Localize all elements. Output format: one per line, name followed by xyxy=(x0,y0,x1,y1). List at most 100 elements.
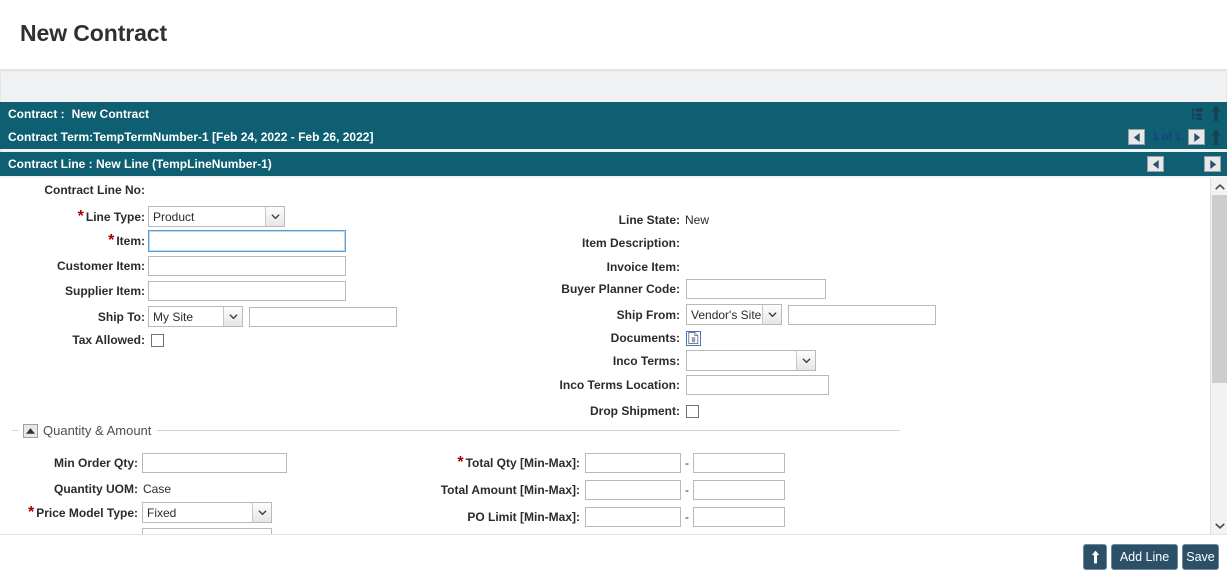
ship-from-select[interactable]: Vendor's Site xyxy=(686,304,782,325)
scroll-up-icon xyxy=(1215,183,1225,191)
total-qty-separator: - xyxy=(681,456,693,470)
chevron-down-icon xyxy=(762,305,781,324)
field-total-qty: *Total Qty [Min-Max]: - xyxy=(420,453,785,473)
line-state-label: Line State: xyxy=(619,213,680,227)
line-state-value: New xyxy=(685,213,709,227)
po-limit-separator: - xyxy=(681,510,693,524)
total-amount-max-input[interactable] xyxy=(693,480,785,500)
field-ship-to: Ship To: My Site xyxy=(0,306,397,327)
tax-allowed-checkbox[interactable] xyxy=(151,334,164,347)
scroll-down-button[interactable] xyxy=(1211,517,1227,534)
supplier-item-input[interactable] xyxy=(148,281,346,301)
arrow-up-icon xyxy=(1091,550,1100,564)
item-input[interactable] xyxy=(148,230,346,252)
total-qty-max-input[interactable] xyxy=(693,453,785,473)
drop-shipment-label: Drop Shipment: xyxy=(590,404,680,418)
action-bar: Add Line Save xyxy=(0,534,1227,579)
arrow-up-icon-term[interactable] xyxy=(1209,129,1223,145)
field-po-limit: PO Limit [Min-Max]: - xyxy=(420,507,785,527)
required-marker: * xyxy=(457,454,463,471)
breadcrumb-contract-line[interactable]: Contract Line : New Line (TempLineNumber… xyxy=(0,152,1227,176)
add-line-button[interactable]: Add Line xyxy=(1111,544,1178,570)
breadcrumb-bars: Contract : New Contract xyxy=(0,102,1227,176)
term-prev-button[interactable] xyxy=(1128,129,1145,145)
price-model-type-select[interactable]: Fixed xyxy=(142,502,272,523)
required-marker: * xyxy=(108,232,114,249)
line-prev-button[interactable] xyxy=(1147,156,1164,172)
chevron-down-icon xyxy=(265,207,284,226)
save-button[interactable]: Save xyxy=(1182,544,1219,570)
required-marker: * xyxy=(28,504,34,521)
line-type-select[interactable]: Product xyxy=(148,206,285,227)
term-page-count: 1 of 1 xyxy=(1149,131,1184,143)
contract-value: New Contract xyxy=(72,107,149,121)
quantity-uom-value: Case xyxy=(143,482,171,496)
contract-line-form: Contract Line No: *Line Type: Product *I… xyxy=(0,178,1227,534)
min-order-qty-input[interactable] xyxy=(142,453,287,473)
item-label: Item: xyxy=(116,234,145,248)
customer-item-label: Customer Item: xyxy=(57,259,145,273)
application-window: New Contract xyxy=(0,0,1227,579)
field-drop-shipment: Drop Shipment: xyxy=(540,402,699,420)
inco-terms-label: Inco Terms: xyxy=(613,354,680,368)
chevron-down-icon xyxy=(252,503,271,522)
form-scroll-pane: Contract Line No: *Line Type: Product *I… xyxy=(0,178,1209,534)
min-order-qty-label: Min Order Qty: xyxy=(54,456,138,470)
line-next-button[interactable] xyxy=(1204,156,1221,172)
scroll-up-button[interactable] xyxy=(1211,178,1227,195)
field-supplier-item: Supplier Item: xyxy=(0,281,346,301)
ship-to-select[interactable]: My Site xyxy=(148,306,243,327)
document-icon[interactable] xyxy=(686,331,701,346)
field-buyer-planner-code: Buyer Planner Code: xyxy=(540,279,826,299)
documents-label: Documents: xyxy=(611,331,680,345)
field-inco-terms-location: Inco Terms Location: xyxy=(540,375,829,395)
field-price-model-type: *Price Model Type: Fixed xyxy=(0,502,272,523)
supplier-item-label: Supplier Item: xyxy=(65,284,145,298)
ship-from-text-input[interactable] xyxy=(788,305,936,325)
field-total-amount: Total Amount [Min-Max]: - xyxy=(420,480,785,500)
ship-to-text-input[interactable] xyxy=(249,307,397,327)
contract-line-no-label: Contract Line No: xyxy=(44,183,145,197)
total-qty-min-input[interactable] xyxy=(585,453,681,473)
next-arrow-icon xyxy=(1193,133,1201,142)
po-limit-label: PO Limit [Min-Max]: xyxy=(467,510,580,524)
total-amount-separator: - xyxy=(681,483,693,497)
chevron-down-icon xyxy=(223,307,242,326)
inco-terms-location-input[interactable] xyxy=(686,375,829,395)
scroll-top-button[interactable] xyxy=(1083,544,1107,570)
page-title: New Contract xyxy=(20,20,167,47)
ship-from-label: Ship From: xyxy=(617,308,680,322)
total-qty-label: Total Qty [Min-Max]: xyxy=(466,456,580,470)
chevron-down-icon xyxy=(796,351,815,370)
item-description-label: Item Description: xyxy=(582,236,680,250)
field-ship-from: Ship From: Vendor's Site xyxy=(540,304,936,325)
line-type-value: Product xyxy=(153,210,194,224)
hierarchy-tree-icon[interactable] xyxy=(1188,106,1205,122)
collapse-triangle-icon[interactable] xyxy=(23,424,38,438)
inco-terms-select[interactable] xyxy=(686,350,816,371)
scrollbar-thumb[interactable] xyxy=(1212,195,1227,383)
form-vertical-scrollbar[interactable] xyxy=(1210,178,1227,534)
arrow-up-icon-contract[interactable] xyxy=(1209,106,1223,122)
field-documents: Documents: xyxy=(540,329,701,347)
buyer-planner-code-label: Buyer Planner Code: xyxy=(561,282,680,296)
drop-shipment-checkbox[interactable] xyxy=(686,405,699,418)
next-arrow-icon xyxy=(1209,160,1217,169)
customer-item-input[interactable] xyxy=(148,256,346,276)
app-header: New Contract xyxy=(0,0,1227,70)
field-line-type: *Line Type: Product xyxy=(0,206,285,227)
po-limit-max-input[interactable] xyxy=(693,507,785,527)
buyer-planner-code-input[interactable] xyxy=(686,279,826,299)
breadcrumb-contract-term[interactable]: Contract Term:TempTermNumber-1 [Feb 24, … xyxy=(0,125,1227,149)
po-limit-min-input[interactable] xyxy=(585,507,681,527)
required-marker: * xyxy=(78,208,84,225)
field-invoice-item: Invoice Item: xyxy=(540,258,680,276)
field-inco-terms: Inco Terms: xyxy=(540,350,816,371)
total-amount-min-input[interactable] xyxy=(585,480,681,500)
field-line-state: Line State: New xyxy=(540,211,709,229)
breadcrumb-contract[interactable]: Contract : New Contract xyxy=(0,102,1227,125)
prev-arrow-icon xyxy=(1133,133,1141,142)
line-bar-controls xyxy=(1147,152,1221,176)
term-next-button[interactable] xyxy=(1188,129,1205,145)
total-amount-label: Total Amount [Min-Max]: xyxy=(441,483,580,497)
